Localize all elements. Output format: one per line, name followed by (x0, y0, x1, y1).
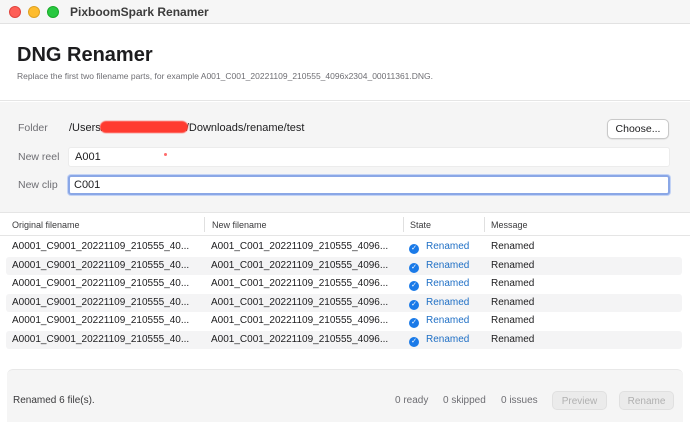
table-row[interactable]: A0001_C9001_20221109_210555_40... A001_C0… (6, 293, 682, 312)
column-header-original[interactable]: Original filename (12, 220, 80, 230)
page-subtitle: Replace the first two filename parts, fo… (17, 71, 434, 81)
original-filename-cell: A0001_C9001_20221109_210555_40... (12, 241, 190, 252)
table-row[interactable]: A0001_C9001_20221109_210555_40... A001_C0… (6, 330, 682, 349)
state-label: Renamed (426, 278, 470, 289)
checkmark-circle-icon: ✓ (409, 281, 419, 291)
zoom-window-button[interactable] (47, 6, 59, 18)
folder-path-suffix: /Downloads/rename/test (185, 122, 305, 134)
original-filename-cell: A0001_C9001_20221109_210555_40... (12, 315, 190, 326)
message-cell: Renamed (491, 315, 535, 326)
new-clip-input[interactable] (68, 175, 670, 195)
column-header-message[interactable]: Message (491, 220, 528, 230)
column-divider[interactable] (484, 217, 485, 232)
new-filename-cell: A001_C001_20221109_210555_4096... (211, 259, 389, 271)
message-cell: Renamed (491, 278, 535, 289)
new-filename-cell: A001_C001_20221109_210555_4096... (211, 278, 389, 289)
state-cell: ✓ Renamed (409, 334, 469, 347)
message-cell: Renamed (491, 259, 535, 271)
original-filename-cell: A0001_C9001_20221109_210555_40... (12, 296, 190, 308)
state-cell: ✓ Renamed (409, 297, 469, 310)
state-cell: ✓ Renamed (409, 315, 469, 328)
rename-button[interactable]: Rename (619, 391, 674, 410)
checkmark-circle-icon: ✓ (409, 318, 419, 328)
new-reel-input[interactable] (68, 147, 670, 167)
skipped-count: 0 skipped (443, 395, 486, 406)
new-filename-cell: A001_C001_20221109_210555_4096... (211, 241, 389, 252)
state-cell: ✓ Renamed (409, 241, 469, 254)
table-row[interactable]: A0001_C9001_20221109_210555_40... A001_C0… (6, 312, 682, 331)
status-bar: Renamed 6 file(s). 0 ready 0 skipped 0 i… (7, 369, 683, 422)
original-filename-cell: A0001_C9001_20221109_210555_40... (12, 259, 190, 271)
page-header: DNG Renamer Replace the first two filena… (0, 25, 690, 101)
redaction-mark (99, 121, 188, 133)
choose-folder-button[interactable]: Choose... (607, 119, 669, 139)
stray-red-mark (164, 153, 167, 156)
state-cell: ✓ Renamed (409, 278, 469, 291)
column-header-state[interactable]: State (410, 220, 431, 230)
page-title: DNG Renamer (17, 44, 153, 66)
message-cell: Renamed (491, 296, 535, 308)
column-divider[interactable] (204, 217, 205, 232)
folder-path: /Users/ /Downloads/rename/test (69, 121, 304, 134)
new-reel-label: New reel (18, 151, 60, 163)
minimize-window-button[interactable] (28, 6, 40, 18)
folder-path-prefix: /Users/ (69, 122, 104, 134)
new-filename-cell: A001_C001_20221109_210555_4096... (211, 333, 389, 345)
column-divider[interactable] (403, 217, 404, 232)
folder-label: Folder (18, 122, 48, 134)
state-label: Renamed (426, 333, 470, 345)
status-text: Renamed 6 file(s). (13, 395, 95, 406)
message-cell: Renamed (491, 241, 535, 252)
table-header: Original filename New filename State Mes… (0, 212, 690, 236)
state-label: Renamed (426, 315, 470, 326)
preview-button[interactable]: Preview (552, 391, 607, 410)
column-header-new[interactable]: New filename (212, 220, 267, 230)
settings-form: Folder /Users/ /Downloads/rename/test Cho… (0, 102, 690, 212)
new-filename-cell: A001_C001_20221109_210555_4096... (211, 296, 389, 308)
checkmark-circle-icon: ✓ (409, 299, 419, 310)
files-table: Original filename New filename State Mes… (0, 212, 690, 368)
issues-count: 0 issues (501, 395, 538, 406)
state-cell: ✓ Renamed (409, 260, 469, 273)
table-row[interactable]: A0001_C9001_20221109_210555_40... A001_C0… (6, 275, 682, 294)
state-label: Renamed (426, 296, 470, 308)
message-cell: Renamed (491, 333, 535, 345)
new-clip-label: New clip (18, 179, 58, 191)
checkmark-circle-icon: ✓ (409, 262, 419, 273)
checkmark-circle-icon: ✓ (409, 244, 419, 254)
original-filename-cell: A0001_C9001_20221109_210555_40... (12, 333, 190, 345)
state-label: Renamed (426, 241, 470, 252)
window-title: PixboomSpark Renamer (70, 5, 209, 19)
table-row[interactable]: A0001_C9001_20221109_210555_40... A001_C0… (6, 256, 682, 275)
new-filename-cell: A001_C001_20221109_210555_4096... (211, 315, 389, 326)
close-window-button[interactable] (9, 6, 21, 18)
ready-count: 0 ready (395, 395, 429, 406)
checkmark-circle-icon: ✓ (409, 336, 419, 347)
table-row[interactable]: A0001_C9001_20221109_210555_40... A001_C0… (6, 238, 682, 257)
original-filename-cell: A0001_C9001_20221109_210555_40... (12, 278, 190, 289)
state-label: Renamed (426, 259, 470, 271)
title-bar: PixboomSpark Renamer (0, 0, 690, 24)
